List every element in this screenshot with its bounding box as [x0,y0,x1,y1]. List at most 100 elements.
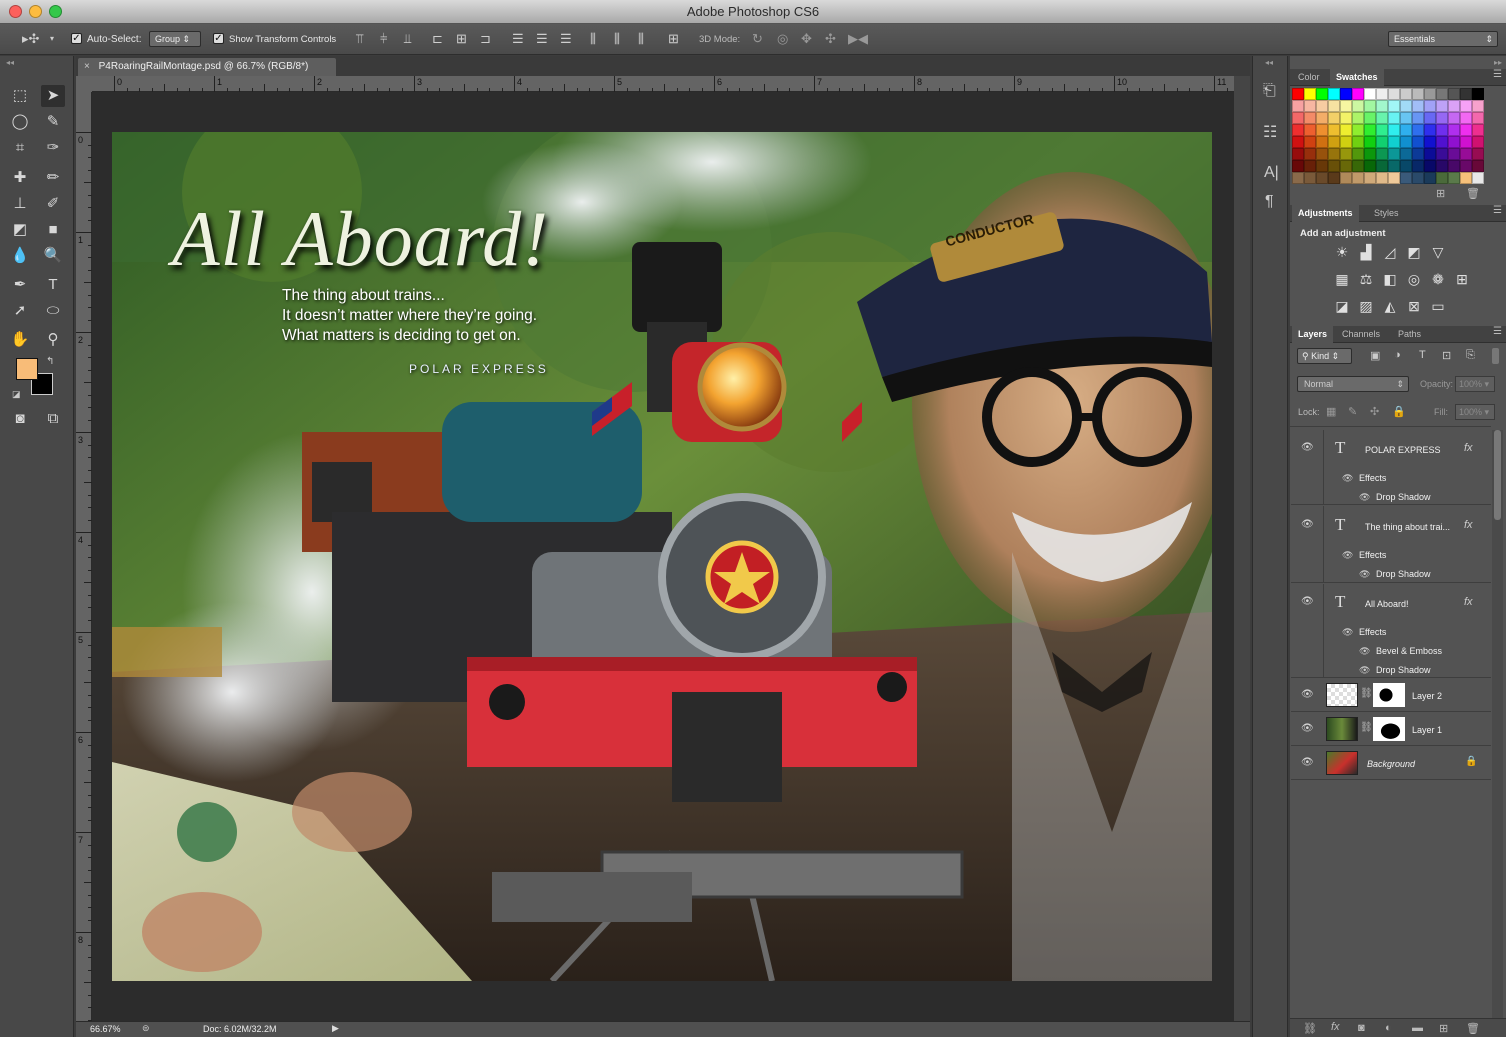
filter-pixel-icon[interactable]: ▣ [1370,349,1380,362]
color-swatch[interactable] [1352,100,1364,112]
marquee-tool-icon[interactable]: ⬚ [8,85,32,107]
color-swatch[interactable] [1340,172,1352,184]
mask-link-icon[interactable]: ⛓ [1360,722,1373,733]
tab-paths[interactable]: Paths [1392,326,1427,343]
filter-type-icon[interactable]: T [1419,349,1426,361]
eyedropper-tool-icon[interactable]: ✑ [41,137,65,159]
color-swatch[interactable] [1472,172,1484,184]
black-white-icon[interactable]: ◧ [1382,271,1398,288]
tab-channels[interactable]: Channels [1336,326,1386,343]
preset-chevron-down-icon[interactable]: ▾ [50,31,54,47]
distribute-left-icon[interactable]: ⫼ [590,31,596,47]
character-panel-icon[interactable]: A| [1264,164,1279,182]
effect-name[interactable]: Drop Shadow [1376,665,1431,675]
dodge-tool-icon[interactable]: 🔍 [41,245,65,267]
color-swatch[interactable] [1472,160,1484,172]
distribute-top-icon[interactable]: ☰ [512,31,524,47]
color-swatch[interactable] [1400,136,1412,148]
new-layer-icon[interactable]: ⊞ [1439,1022,1448,1035]
document-vertical-scrollbar[interactable] [1234,76,1250,1021]
color-swatch[interactable] [1364,148,1376,160]
auto-select-checkbox[interactable]: ✓ [71,33,82,44]
ellipse-tool-icon[interactable]: ⬭ [41,300,65,322]
visibility-eye-icon[interactable]: 👁 [1301,757,1314,769]
tab-swatches[interactable]: Swatches [1330,69,1384,86]
color-swatch[interactable] [1316,112,1328,124]
add-mask-icon[interactable]: ◙ [1358,1022,1365,1034]
color-swatch[interactable] [1436,100,1448,112]
3d-rotate-icon[interactable]: ↻ [752,31,763,47]
color-swatch[interactable] [1364,124,1376,136]
color-swatch[interactable] [1448,172,1460,184]
show-transform-checkbox[interactable]: ✓ [213,33,224,44]
color-swatch[interactable] [1436,148,1448,160]
color-swatch[interactable] [1448,100,1460,112]
color-swatch[interactable] [1328,100,1340,112]
pen-tool-icon[interactable]: ✒ [8,274,32,296]
color-swatch[interactable] [1304,136,1316,148]
color-swatch[interactable] [1292,100,1304,112]
color-swatch[interactable] [1352,88,1364,100]
clone-stamp-tool-icon[interactable]: ⊥ [8,193,32,215]
color-swatch[interactable] [1292,160,1304,172]
threshold-icon[interactable]: ◭ [1382,298,1398,315]
color-swatch[interactable] [1460,148,1472,160]
new-adjustment-layer-icon[interactable]: ◐ [1385,1022,1392,1034]
3d-scale-icon[interactable]: ▶◀ [848,31,868,47]
layer-name[interactable]: All Aboard! [1365,599,1409,609]
color-swatch[interactable] [1412,136,1424,148]
color-swatch[interactable] [1448,160,1460,172]
align-hcenter-icon[interactable]: ⊞ [456,31,467,47]
color-swatch[interactable] [1412,160,1424,172]
color-swatch[interactable] [1412,124,1424,136]
lock-all-icon[interactable]: 🔒 [1392,405,1406,418]
distribute-vcenter-icon[interactable]: ☰ [536,31,548,47]
color-swatch[interactable] [1364,172,1376,184]
color-swatch[interactable] [1376,160,1388,172]
history-brush-tool-icon[interactable]: ✐ [41,193,65,215]
quick-selection-tool-icon[interactable]: ✎ [41,111,65,133]
color-swatch[interactable] [1328,136,1340,148]
tab-adjustments[interactable]: Adjustments [1292,205,1359,222]
align-top-icon[interactable]: ⫪ [356,31,363,47]
auto-select-target-dropdown[interactable]: Group ⇕ [149,31,201,47]
color-swatch[interactable] [1364,136,1376,148]
auto-align-icon[interactable]: ⊞ [668,31,679,47]
default-colors-icon[interactable]: ◪ [12,389,21,400]
color-swatch[interactable] [1400,172,1412,184]
filter-toggle[interactable] [1492,348,1499,364]
color-swatch[interactable] [1376,100,1388,112]
layer-name[interactable]: Layer 1 [1412,725,1442,735]
color-swatch[interactable] [1328,124,1340,136]
history-panel-icon[interactable]: ⎗ [1263,82,1276,100]
selective-color-icon[interactable]: ⊠ [1406,298,1422,315]
color-swatch[interactable] [1424,160,1436,172]
color-swatch[interactable] [1292,172,1304,184]
workspace-dropdown[interactable]: Essentials ⇕ [1388,31,1498,47]
vibrance-icon[interactable]: ▽ [1430,244,1446,261]
path-selection-tool-icon[interactable]: ➚ [8,300,32,322]
color-swatch[interactable] [1352,112,1364,124]
color-swatch[interactable] [1292,124,1304,136]
color-swatch[interactable] [1328,148,1340,160]
color-swatch[interactable] [1304,124,1316,136]
color-swatch[interactable] [1304,88,1316,100]
zoom-level[interactable]: 66.67% [90,1024,121,1034]
color-swatch[interactable] [1388,88,1400,100]
layer-row-quote[interactable]: 👁 T The thing about trai... fx 👁 Effects… [1291,506,1491,583]
color-swatch[interactable] [1400,160,1412,172]
color-swatch[interactable] [1352,160,1364,172]
color-swatch[interactable] [1448,88,1460,100]
color-swatch[interactable] [1388,124,1400,136]
color-swatch[interactable] [1376,148,1388,160]
color-swatch[interactable] [1376,172,1388,184]
color-swatch[interactable] [1436,160,1448,172]
color-swatch[interactable] [1460,112,1472,124]
color-swatch[interactable] [1340,136,1352,148]
color-swatch[interactable] [1436,124,1448,136]
blend-mode-dropdown[interactable]: Normal ⇕ [1297,376,1409,392]
foreground-color-swatch[interactable] [16,358,38,380]
color-swatch[interactable] [1388,160,1400,172]
color-swatch[interactable] [1460,124,1472,136]
layer-name[interactable]: POLAR EXPRESS [1365,445,1441,455]
